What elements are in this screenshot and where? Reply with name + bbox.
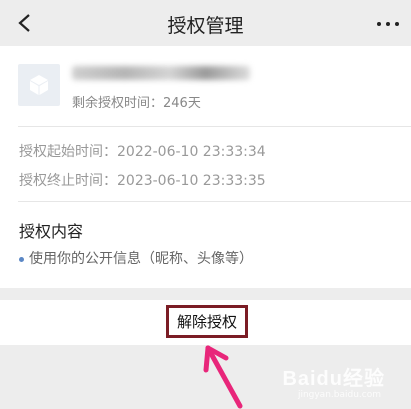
bullet-dot-icon [19, 256, 24, 262]
baidu-watermark: Baidu经验 [282, 368, 385, 390]
cube-icon [18, 64, 60, 106]
permission-item: 使用你的公开信息（昵称、头像等） [19, 248, 253, 268]
app-info-card: 剩余授权时间：246天 [0, 46, 411, 127]
page-title: 授权管理 [167, 15, 244, 37]
auth-content-section: 授权内容 使用你的公开信息（昵称、头像等） [0, 202, 411, 288]
baidu-watermark-url: jingyan.baidu.com [297, 390, 381, 400]
auth-times-section: 授权起始时间：2022-06-10 23:33:34 授权终止时间：2023-0… [0, 127, 411, 202]
nav-header: 授权管理 [0, 0, 411, 46]
section-title: 授权内容 [19, 222, 84, 241]
app-name-blurred [72, 66, 250, 80]
more-dots-icon[interactable] [375, 13, 401, 33]
annotation-arrow-icon [203, 345, 243, 409]
permission-text: 使用你的公开信息（昵称、头像等） [29, 251, 253, 267]
remaining-time: 剩余授权时间：246天 [72, 96, 201, 111]
auth-end-time: 授权终止时间：2023-06-10 23:33:35 [19, 173, 266, 189]
auth-start-time: 授权起始时间：2022-06-10 23:33:34 [19, 144, 266, 160]
